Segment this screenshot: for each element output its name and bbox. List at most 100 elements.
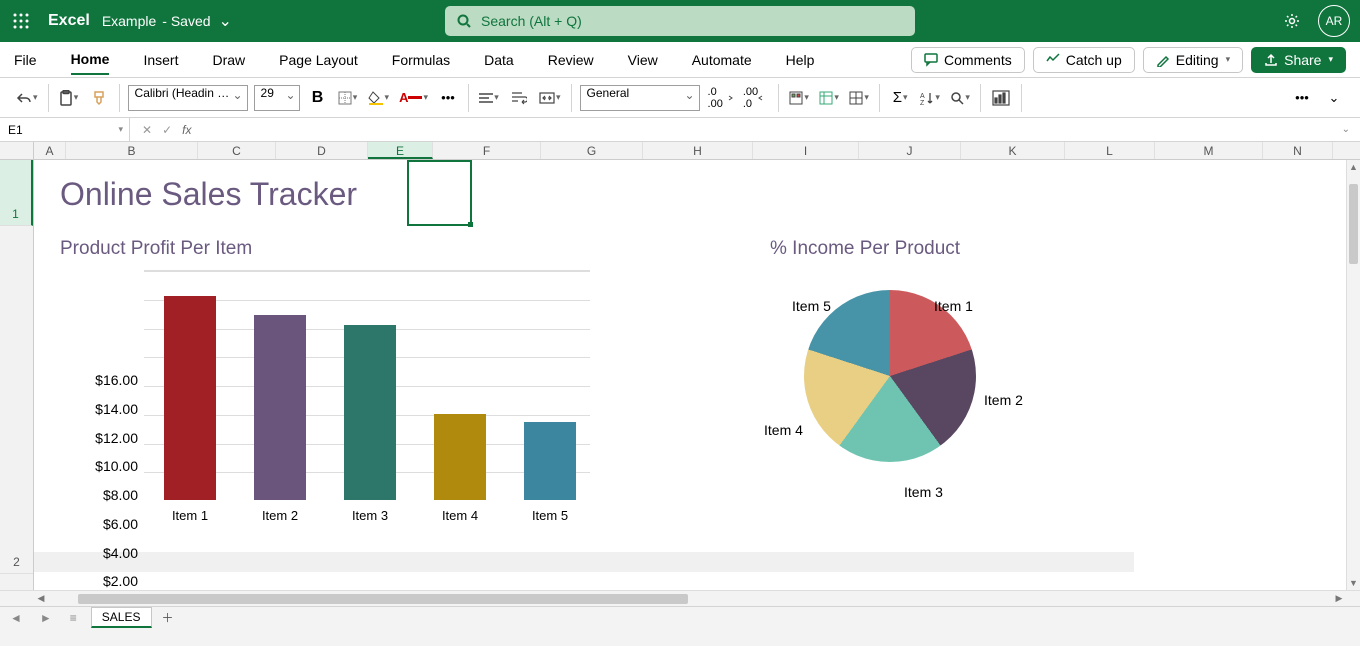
bar-item-3[interactable] (344, 325, 396, 500)
tab-page-layout[interactable]: Page Layout (279, 46, 358, 74)
col-header-B[interactable]: B (66, 142, 198, 159)
cancel-formula-icon[interactable]: ✕ (142, 123, 152, 137)
col-header-H[interactable]: H (643, 142, 753, 159)
add-sheet-icon[interactable]: ＋ (162, 609, 174, 626)
cell-styles-button[interactable]: ▾ (847, 85, 871, 111)
doc-name[interactable]: Example (102, 13, 156, 29)
col-header-L[interactable]: L (1065, 142, 1155, 159)
sheet-prev-icon[interactable]: ◄ (6, 611, 26, 625)
col-header-N[interactable]: N (1263, 142, 1333, 159)
gear-icon[interactable] (1276, 5, 1308, 37)
tab-file[interactable]: File (14, 46, 37, 74)
scroll-left-icon[interactable]: ◀ (34, 593, 48, 604)
col-header-I[interactable]: I (753, 142, 859, 159)
bar-chart[interactable]: $0.00$2.00$4.00$6.00$8.00$10.00$12.00$14… (60, 270, 590, 520)
col-header-A[interactable]: A (34, 142, 66, 159)
share-button[interactable]: Share ▾ (1251, 47, 1346, 73)
tab-draw[interactable]: Draw (212, 46, 245, 74)
find-button[interactable]: ▾ (948, 85, 972, 111)
vscroll-thumb[interactable] (1349, 184, 1358, 264)
align-button[interactable]: ▾ (477, 85, 501, 111)
comments-button[interactable]: Comments (911, 47, 1025, 73)
scroll-right-icon[interactable]: ▶ (1332, 593, 1346, 604)
bold-button[interactable]: B (306, 85, 330, 111)
tab-review[interactable]: Review (548, 46, 594, 74)
accept-formula-icon[interactable]: ✓ (162, 123, 172, 137)
merge-button[interactable]: ▾ (537, 85, 563, 111)
search-placeholder: Search (Alt + Q) (481, 13, 582, 29)
col-header-G[interactable]: G (541, 142, 643, 159)
sheet-tab-sales[interactable]: SALES (91, 607, 152, 628)
col-header-F[interactable]: F (433, 142, 541, 159)
sheet-next-icon[interactable]: ► (36, 611, 56, 625)
bar-item-2[interactable] (254, 315, 306, 500)
bar-item-1[interactable] (164, 296, 216, 500)
paste-button[interactable]: ▾ (57, 85, 81, 111)
bar-chart-title: Product Profit Per Item (60, 238, 252, 260)
bar-chart-ytick: $8.00 (60, 487, 138, 503)
undo-button[interactable]: ▾ (14, 85, 40, 111)
scroll-up-icon[interactable]: ▲ (1347, 160, 1360, 174)
font-size-select[interactable]: 29 (254, 85, 300, 111)
conditional-format-button[interactable]: ▾ (787, 85, 811, 111)
bar-chart-ytick: $12.00 (60, 430, 138, 446)
wrap-text-button[interactable] (507, 85, 531, 111)
row-header-2[interactable]: 2 (0, 226, 33, 574)
more-font-icon[interactable]: ••• (436, 85, 460, 111)
worksheet[interactable]: Online Sales Tracker Product Profit Per … (34, 160, 1360, 590)
tab-help[interactable]: Help (786, 46, 815, 74)
format-table-button[interactable]: ▾ (817, 85, 841, 111)
chevron-down-icon[interactable]: ⌄ (219, 11, 232, 31)
select-all-corner[interactable] (0, 142, 34, 159)
borders-button[interactable]: ▾ (336, 85, 360, 111)
col-header-E[interactable]: E (368, 142, 433, 159)
avatar[interactable]: AR (1318, 5, 1350, 37)
number-format-select[interactable]: General (580, 85, 700, 111)
fill-color-button[interactable]: ▾ (366, 85, 392, 111)
autosum-button[interactable]: Σ▾ (888, 85, 912, 111)
decrease-decimal-button[interactable]: .00.0 (741, 85, 770, 111)
col-header-C[interactable]: C (198, 142, 276, 159)
tab-data[interactable]: Data (484, 46, 514, 74)
selected-cell[interactable] (407, 160, 472, 226)
format-painter-button[interactable] (87, 85, 111, 111)
search-input[interactable]: Search (Alt + Q) (445, 6, 915, 36)
editing-button[interactable]: Editing ▾ (1143, 47, 1243, 73)
sort-filter-button[interactable]: AZ▾ (918, 85, 942, 111)
app-name: Excel (42, 12, 102, 30)
horizontal-scrollbar[interactable]: ◀ ▶ (0, 590, 1360, 606)
tab-automate[interactable]: Automate (692, 46, 752, 74)
bar-chart-ytick: $14.00 (60, 401, 138, 417)
font-select[interactable]: Calibri (Headin … (128, 85, 248, 111)
tab-insert[interactable]: Insert (143, 46, 178, 74)
tab-home[interactable]: Home (71, 45, 110, 75)
hscroll-thumb[interactable] (78, 594, 688, 604)
pie-chart[interactable] (804, 290, 976, 462)
bar-chart-xlabel: Item 3 (330, 508, 410, 523)
catchup-button[interactable]: Catch up (1033, 47, 1135, 73)
bar-item-5[interactable] (524, 422, 576, 500)
vertical-scrollbar[interactable]: ▲ ▼ (1346, 160, 1360, 590)
app-launcher[interactable] (0, 0, 42, 42)
name-box[interactable]: E1 (0, 118, 130, 141)
col-header-D[interactable]: D (276, 142, 368, 159)
all-sheets-icon[interactable]: ≡ (66, 611, 81, 625)
col-header-M[interactable]: M (1155, 142, 1263, 159)
tab-formulas[interactable]: Formulas (392, 46, 450, 74)
col-header-J[interactable]: J (859, 142, 961, 159)
increase-decimal-button[interactable]: .0.00 (706, 85, 735, 111)
expand-formula-bar-icon[interactable]: ⌄ (1342, 124, 1350, 135)
font-color-button[interactable]: A▾ (397, 85, 430, 111)
fx-icon[interactable]: fx (182, 123, 191, 137)
row-header-1[interactable]: 1 (0, 160, 33, 226)
tab-view[interactable]: View (628, 46, 658, 74)
scroll-down-icon[interactable]: ▼ (1347, 576, 1360, 590)
bar-chart-ytick: $2.00 (60, 573, 138, 589)
ribbon-chevron-icon[interactable]: ⌄ (1322, 85, 1346, 111)
more-ribbon-icon[interactable]: ••• (1290, 85, 1314, 111)
col-header-K[interactable]: K (961, 142, 1065, 159)
pie-chart-title: % Income Per Product (770, 238, 960, 260)
analyze-data-button[interactable] (989, 85, 1013, 111)
bar-chart-xlabel: Item 5 (510, 508, 590, 523)
bar-item-4[interactable] (434, 414, 486, 500)
